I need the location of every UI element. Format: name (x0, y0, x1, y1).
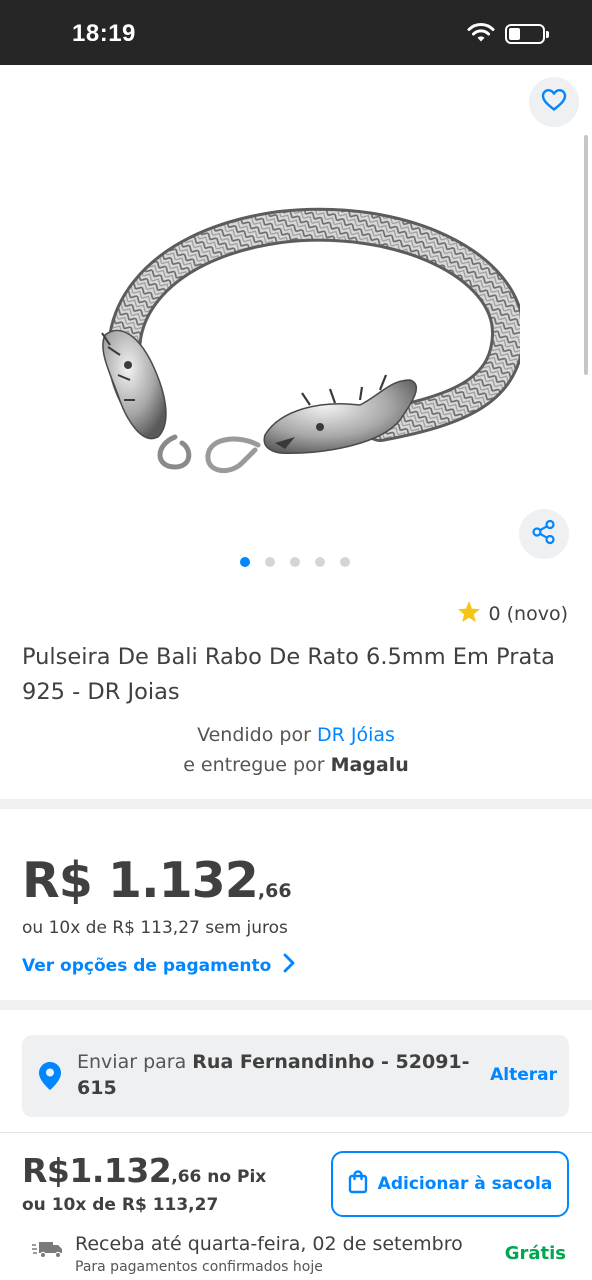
product-image[interactable] (80, 205, 525, 489)
seller-link[interactable]: DR Jóias (317, 724, 395, 746)
battery-fill (509, 28, 520, 40)
share-button[interactable] (519, 509, 569, 559)
add-to-bag-label: Adicionar à sacola (377, 1174, 553, 1194)
gallery-dot[interactable] (315, 557, 325, 567)
wifi-icon (466, 22, 496, 48)
gallery-dot[interactable] (290, 557, 300, 567)
gallery-dot[interactable] (265, 557, 275, 567)
price: R$ 1.132,66 (22, 852, 292, 909)
delivered-by-label: e entregue por (183, 754, 325, 776)
delivery-price: Grátis (504, 1243, 566, 1264)
delivery-date: Receba até quarta-feira, 02 de setembro (75, 1233, 463, 1255)
gallery-dot[interactable] (340, 557, 350, 567)
heart-outline-icon (541, 88, 567, 116)
shopping-bag-icon (348, 1169, 368, 1199)
star-icon (457, 600, 481, 628)
pix-price: R$1.132,66 no Pix (22, 1151, 266, 1190)
product-title: Pulseira De Bali Rabo De Rato 6.5mm Em P… (22, 644, 555, 705)
favorite-button[interactable] (529, 77, 579, 127)
pix-price-cents: ,66 (171, 1167, 202, 1187)
truck-icon (32, 1239, 64, 1263)
price-value: R$ 1.132 (22, 852, 259, 909)
pix-price-value: R$1.132 (22, 1151, 172, 1190)
payment-options-label: Ver opções de pagamento (22, 955, 272, 976)
section-divider (0, 799, 592, 809)
payment-options-link[interactable]: Ver opções de pagamento (22, 953, 295, 978)
bottom-installments: ou 10x de R$ 113,27 (22, 1195, 219, 1215)
dragon-head-right (263, 374, 417, 454)
rating-text: 0 (novo) (488, 603, 569, 625)
location-pin-icon (38, 1061, 62, 1095)
price-cents: ,66 (257, 880, 292, 902)
chevron-right-icon (283, 953, 295, 978)
product-gallery[interactable] (0, 65, 592, 585)
gallery-dot[interactable] (240, 557, 250, 567)
add-to-bag-button[interactable]: Adicionar à sacola (331, 1151, 569, 1217)
delivery-note: Para pagamentos confirmados hoje (75, 1259, 323, 1275)
gallery-scrollbar[interactable] (584, 135, 588, 375)
gallery-pagination[interactable] (240, 557, 350, 567)
shipping-address-text: Enviar para Rua Fernandinho - 52091-615 (77, 1049, 477, 1101)
section-divider (0, 1000, 592, 1010)
sold-by-label: Vendido por (197, 724, 311, 746)
seller-info: Vendido por DR Jóias e entregue por Maga… (0, 720, 592, 780)
bottom-purchase-bar: R$1.132,66 no Pix ou 10x de R$ 113,27 Ad… (0, 1132, 592, 1280)
status-time: 18:19 (72, 20, 136, 47)
share-icon (531, 519, 557, 549)
status-bar: 18:19 (0, 0, 592, 65)
rating[interactable]: 0 (novo) (457, 600, 569, 628)
delivered-by-name: Magalu (330, 754, 409, 776)
installments-text: ou 10x de R$ 113,27 sem juros (22, 918, 288, 938)
shipping-address-box[interactable]: Enviar para Rua Fernandinho - 52091-615 … (22, 1035, 569, 1117)
change-address-button[interactable]: Alterar (490, 1065, 557, 1085)
dragon-head-left (101, 329, 167, 440)
shipping-prefix: Enviar para (77, 1051, 187, 1073)
battery-icon (505, 24, 549, 44)
pix-price-suffix: no Pix (201, 1167, 267, 1187)
